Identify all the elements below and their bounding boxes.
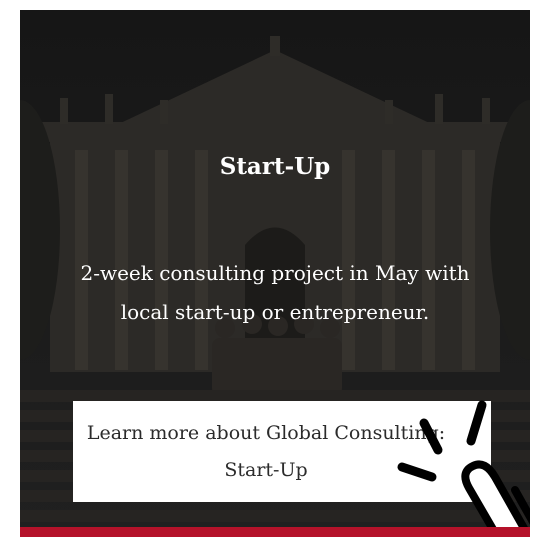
accent-bar: [20, 527, 530, 537]
hand-click-icon: [397, 400, 530, 537]
card-description: 2-week consulting project in May with lo…: [80, 261, 470, 324]
page: Start-Up 2-week consulting project in Ma…: [0, 0, 538, 537]
card-title: Start-Up: [219, 153, 331, 180]
program-card: Start-Up 2-week consulting project in Ma…: [20, 10, 530, 537]
